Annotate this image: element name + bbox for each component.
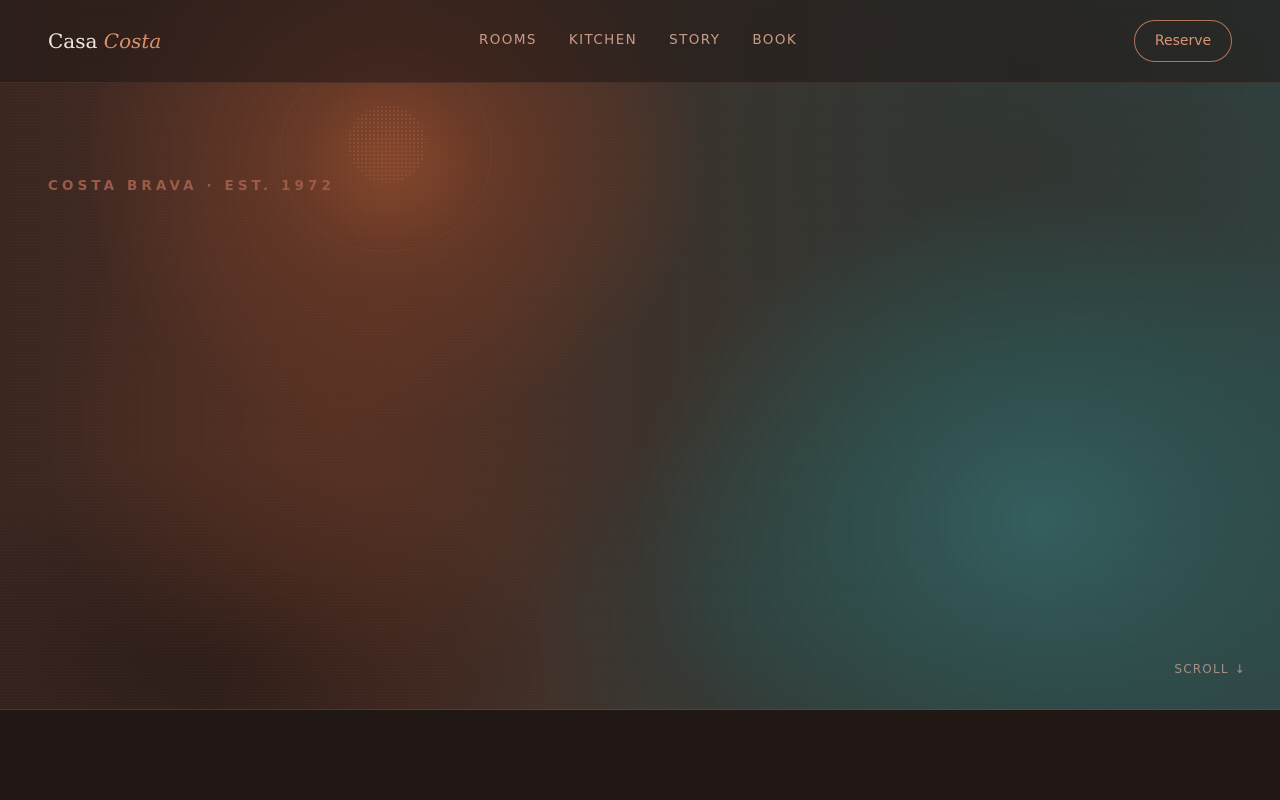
hero-section: COSTA BRAVA · EST. 1972 SCROLL ↓	[0, 0, 1280, 710]
hero-grain-texture	[0, 0, 1280, 710]
below-fold-section	[0, 710, 1280, 800]
hero-eyebrow: COSTA BRAVA · EST. 1972	[48, 178, 335, 194]
scroll-indicator[interactable]: SCROLL ↓	[1174, 660, 1246, 678]
arrow-down-icon: ↓	[1234, 662, 1246, 676]
reserve-button[interactable]: Reserve	[1134, 20, 1232, 62]
main-nav: ROOMS KITCHEN STORY BOOK	[479, 30, 797, 50]
nav-link-book[interactable]: BOOK	[752, 30, 797, 50]
nav-link-rooms[interactable]: ROOMS	[479, 30, 537, 50]
nav-link-kitchen[interactable]: KITCHEN	[569, 30, 637, 50]
logo-primary: Casa	[48, 29, 98, 53]
logo[interactable]: Casa Costa	[48, 26, 161, 56]
logo-accent: Costa	[103, 29, 162, 53]
nav-link-story[interactable]: STORY	[669, 30, 720, 50]
site-header: Casa Costa ROOMS KITCHEN STORY BOOK Rese…	[0, 0, 1280, 83]
scroll-label: SCROLL	[1174, 662, 1229, 676]
